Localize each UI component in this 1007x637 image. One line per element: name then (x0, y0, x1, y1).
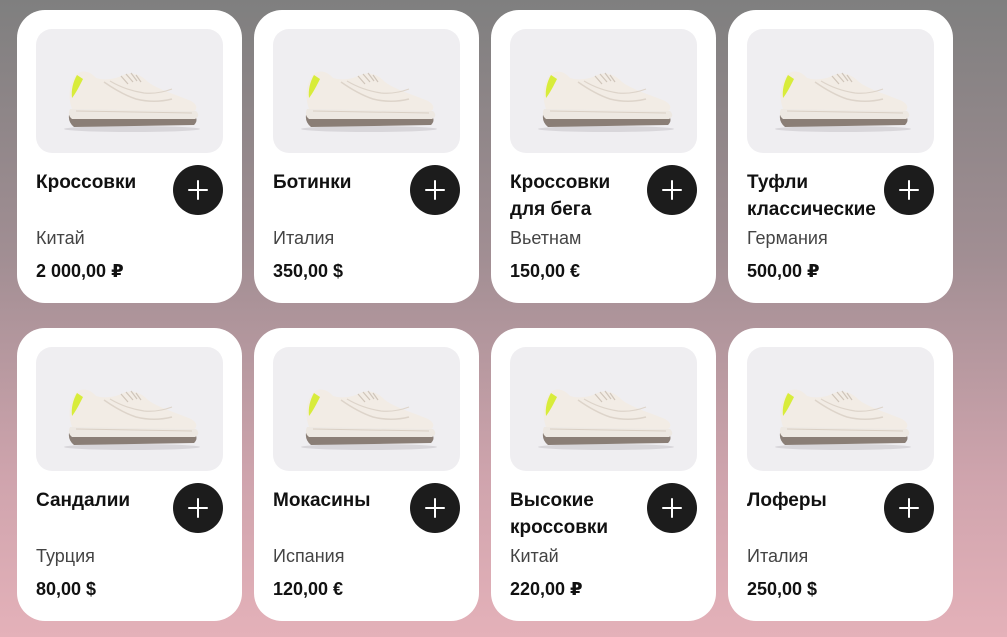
product-price: 500,00 ₽ (747, 261, 820, 281)
product-card[interactable]: Ботинки Италия 350,00 $ (254, 10, 479, 303)
plus-icon (899, 498, 919, 518)
product-country: Китай (510, 546, 559, 566)
plus-icon (425, 180, 445, 200)
product-card[interactable]: Мокасины Испания 120,00 € (254, 328, 479, 621)
product-card[interactable]: Кроссовки для бега Вьетнам 150,00 € (491, 10, 716, 303)
product-image (510, 29, 697, 153)
product-name: Туфли классические (747, 172, 876, 220)
plus-icon (899, 180, 919, 200)
product-image (510, 347, 697, 471)
add-to-cart-button[interactable] (173, 483, 223, 533)
add-to-cart-button[interactable] (647, 165, 697, 215)
product-country: Китай (36, 228, 85, 248)
add-to-cart-button[interactable] (647, 483, 697, 533)
product-country: Турция (36, 546, 95, 566)
product-country: Германия (747, 228, 828, 248)
product-card[interactable]: Сандалии Турция 80,00 $ (17, 328, 242, 621)
add-to-cart-button[interactable] (410, 483, 460, 533)
product-name: Кроссовки для бега (510, 172, 611, 220)
product-price: 350,00 $ (273, 261, 344, 281)
plus-icon (188, 498, 208, 518)
product-name: Ботинки (273, 172, 352, 193)
product-image (747, 29, 934, 153)
product-image (747, 347, 934, 471)
product-price: 2 000,00 ₽ (36, 261, 124, 281)
add-to-cart-button[interactable] (173, 165, 223, 215)
product-price: 80,00 $ (36, 579, 97, 599)
product-card[interactable]: Кроссовки Китай 2 000,00 ₽ (17, 10, 242, 303)
product-image (273, 347, 460, 471)
add-to-cart-button[interactable] (410, 165, 460, 215)
product-card[interactable]: Высокие кроссовки Китай 220,00 ₽ (491, 328, 716, 621)
product-country: Испания (273, 546, 345, 566)
plus-icon (188, 180, 208, 200)
product-name: Мокасины (273, 490, 371, 511)
product-name: Сандалии (36, 490, 131, 511)
plus-icon (425, 498, 445, 518)
product-grid: Кроссовки Китай 2 000,00 ₽ Ботинки Итали… (17, 10, 953, 621)
product-card[interactable]: Лоферы Италия 250,00 $ (728, 328, 953, 621)
product-price: 220,00 ₽ (510, 579, 583, 599)
product-image (36, 347, 223, 471)
product-card[interactable]: Туфли классические Германия 500,00 ₽ (728, 10, 953, 303)
product-name: Лоферы (747, 490, 827, 511)
product-image (36, 29, 223, 153)
add-to-cart-button[interactable] (884, 483, 934, 533)
product-image (273, 29, 460, 153)
product-name: Высокие кроссовки (510, 490, 609, 538)
product-country: Вьетнам (510, 228, 582, 248)
plus-icon (662, 180, 682, 200)
product-price: 250,00 $ (747, 579, 818, 599)
product-price: 150,00 € (510, 261, 581, 281)
add-to-cart-button[interactable] (884, 165, 934, 215)
plus-icon (662, 498, 682, 518)
product-name: Кроссовки (36, 172, 137, 193)
product-price: 120,00 € (273, 579, 344, 599)
product-country: Италия (273, 228, 335, 248)
product-country: Италия (747, 546, 809, 566)
